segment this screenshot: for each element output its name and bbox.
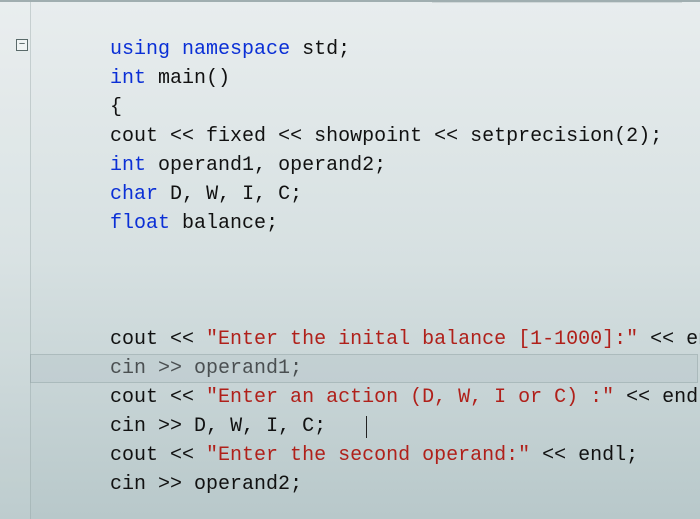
code-line[interactable]: using namespace std; (38, 6, 698, 35)
code-line[interactable]: cin >> operand2; (38, 441, 698, 470)
code-line[interactable]: int operand1, operand2; (38, 122, 698, 151)
scope-dropdown[interactable] (432, 0, 682, 3)
code-line-blank[interactable] (38, 209, 698, 238)
gutter: − (0, 2, 31, 519)
op: >> (146, 473, 194, 496)
identifier-cin: cin (110, 473, 146, 496)
code-line[interactable]: cout << "Enter the inital balance [1-100… (38, 296, 698, 325)
code-line-blank[interactable] (38, 267, 698, 296)
punct: ; (290, 473, 302, 496)
code-area[interactable]: using namespace std; int main() { cout <… (38, 6, 698, 470)
code-line[interactable]: cout << "Enter the second operand:" << e… (38, 412, 698, 441)
code-line[interactable]: char D, W, I, C; (38, 151, 698, 180)
identifier: operand2 (194, 473, 290, 496)
code-line[interactable]: int main() (38, 35, 698, 64)
code-line[interactable]: cin >> D, W, I, C; (38, 383, 698, 412)
fold-toggle-icon[interactable]: − (16, 39, 28, 51)
code-line[interactable]: { (38, 64, 698, 93)
code-line[interactable]: cout << fixed << showpoint << setprecisi… (38, 93, 698, 122)
code-line-blank[interactable] (38, 238, 698, 267)
code-line[interactable]: float balance; (38, 180, 698, 209)
code-editor[interactable]: − using namespace std; int main() { cout… (0, 0, 700, 519)
text-caret-icon (366, 416, 367, 438)
code-line[interactable]: cin >> operand1; (38, 325, 698, 354)
code-line-highlighted[interactable]: cout << "Enter an action (D, W, I or C) … (30, 354, 698, 383)
